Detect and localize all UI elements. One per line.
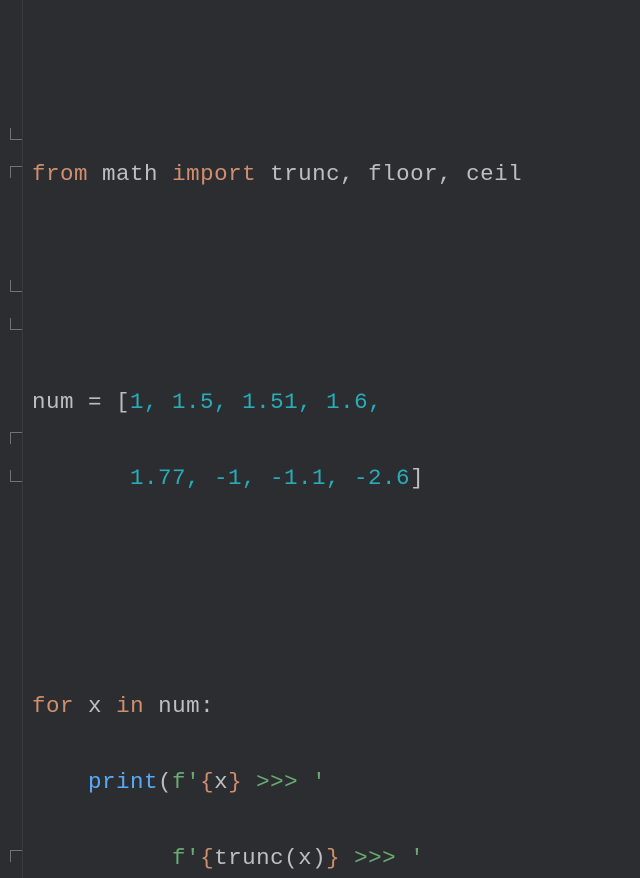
quote: ': [186, 769, 200, 795]
code-line[interactable]: [32, 307, 640, 345]
fold-marker[interactable]: [10, 432, 22, 444]
fold-marker[interactable]: [10, 850, 22, 862]
var: num: [158, 693, 200, 719]
ws: [32, 769, 88, 795]
code-line[interactable]: num = [1, 1.5, 1.51, 1.6,: [32, 383, 640, 421]
op: =: [88, 389, 116, 415]
string: >>>: [340, 845, 410, 871]
quote: ': [410, 845, 424, 871]
ws: [32, 465, 130, 491]
func: trunc: [214, 845, 284, 871]
numbers: 1, 1.5, 1.51, 1.6,: [130, 389, 382, 415]
fold-marker[interactable]: [10, 128, 22, 140]
code-line[interactable]: f'{trunc(x)} >>> ': [32, 839, 640, 877]
var: x: [214, 769, 228, 795]
code-line[interactable]: [32, 535, 640, 573]
code-line[interactable]: from math import trunc, floor, ceil: [32, 155, 640, 193]
numbers: 1.77, -1, -1.1, -2.6: [130, 465, 410, 491]
var: x: [88, 693, 102, 719]
module: math: [102, 161, 158, 187]
fold-marker[interactable]: [10, 280, 22, 292]
fold-marker[interactable]: [10, 470, 22, 482]
code-editor[interactable]: from math import trunc, floor, ceil num …: [0, 0, 640, 878]
brace: }: [326, 845, 340, 871]
paren: (: [284, 845, 298, 871]
code-line[interactable]: [32, 611, 640, 649]
var: num: [32, 389, 88, 415]
fprefix: f: [172, 845, 186, 871]
var: x: [298, 845, 312, 871]
builtin: print: [88, 769, 158, 795]
brace: {: [200, 845, 214, 871]
brace: }: [228, 769, 242, 795]
colon: :: [200, 693, 214, 719]
quote: ': [186, 845, 200, 871]
keyword: import: [172, 161, 256, 187]
fold-gutter: [0, 0, 23, 878]
bracket: [: [116, 389, 130, 415]
code-line[interactable]: 1.77, -1, -1.1, -2.6]: [32, 459, 640, 497]
fold-marker[interactable]: [10, 166, 22, 178]
code-line[interactable]: print(f'{x} >>> ': [32, 763, 640, 801]
code-area[interactable]: from math import trunc, floor, ceil num …: [0, 117, 640, 878]
quote: ': [312, 769, 326, 795]
names: trunc, floor, ceil: [270, 161, 522, 187]
brace: {: [200, 769, 214, 795]
ws: [32, 845, 172, 871]
string: >>>: [242, 769, 312, 795]
bracket: ]: [410, 465, 424, 491]
keyword: in: [116, 693, 144, 719]
keyword: for: [32, 693, 74, 719]
code-line[interactable]: for x in num:: [32, 687, 640, 725]
code-line[interactable]: [32, 231, 640, 269]
fold-marker[interactable]: [10, 318, 22, 330]
fprefix: f: [172, 769, 186, 795]
paren: ): [312, 845, 326, 871]
paren: (: [158, 769, 172, 795]
